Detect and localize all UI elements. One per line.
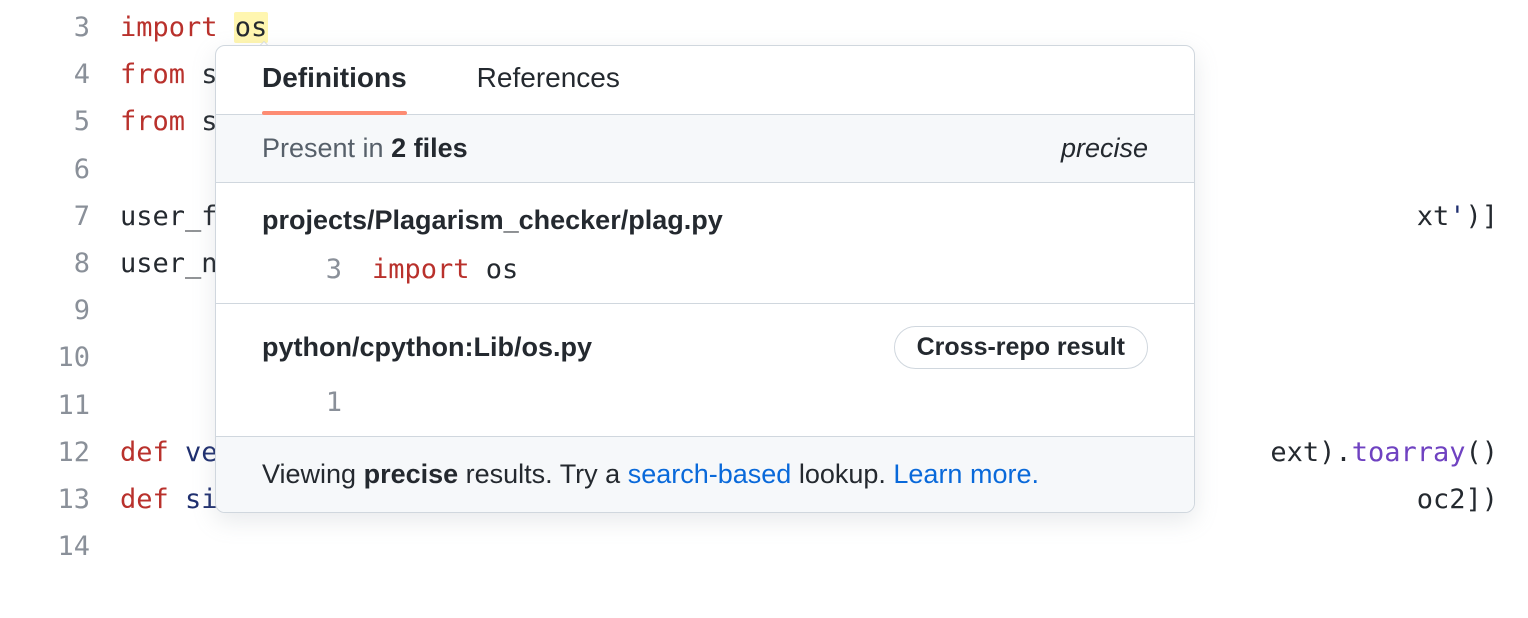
footer-text: lookup. (791, 459, 893, 489)
hovercard-tabs: Definitions References (216, 46, 1194, 115)
tab-definitions[interactable]: Definitions (262, 62, 407, 114)
code-content: import os (120, 12, 268, 43)
cross-repo-badge: Cross-repo result (894, 326, 1148, 369)
code-content-tail: xt')] (1417, 201, 1528, 232)
hovercard-footer: Viewing precise results. Try a search-ba… (216, 437, 1194, 512)
results-summary: Present in 2 files precise (216, 115, 1194, 183)
results-count-prefix: Present in (262, 133, 391, 163)
code-line[interactable]: 14 (0, 523, 1528, 570)
result-item[interactable]: projects/Plagarism_checker/plag.py 3impor… (216, 183, 1194, 304)
line-number: 6 (0, 154, 120, 185)
snippet-line-number: 1 (262, 387, 372, 418)
code-intel-hovercard: Definitions References Present in 2 file… (215, 45, 1195, 513)
line-number: 5 (0, 106, 120, 137)
learn-more-link[interactable]: Learn more. (893, 459, 1039, 489)
snippet-code: import os (372, 254, 518, 285)
search-based-link[interactable]: search-based (628, 459, 792, 489)
code-content: def si (120, 484, 218, 515)
line-number: 10 (0, 342, 120, 373)
result-item[interactable]: python/cpython:Lib/os.py Cross-repo resul… (216, 304, 1194, 437)
footer-text: Viewing (262, 459, 364, 489)
result-path: python/cpython:Lib/os.py (262, 332, 592, 363)
results-count: Present in 2 files (262, 133, 468, 164)
line-number: 9 (0, 295, 120, 326)
precision-mode-label: precise (1061, 133, 1148, 164)
line-number: 11 (0, 390, 120, 421)
footer-precise: precise (364, 459, 459, 489)
snippet-line-number: 3 (262, 254, 372, 285)
footer-text: results. Try a (458, 459, 628, 489)
results-count-number: 2 files (391, 133, 468, 163)
code-content-tail: oc2]) (1417, 484, 1528, 515)
code-content: def ve (120, 437, 218, 468)
line-number: 4 (0, 59, 120, 90)
tab-references[interactable]: References (477, 62, 620, 114)
code-content: user_f (120, 201, 218, 232)
code-content-tail: ext).toarray() (1270, 437, 1528, 468)
line-number: 12 (0, 437, 120, 468)
result-snippet: 3import os (262, 254, 1148, 285)
line-number: 13 (0, 484, 120, 515)
result-snippet: 1 (262, 387, 1148, 418)
line-number: 14 (0, 531, 120, 562)
line-number: 7 (0, 201, 120, 232)
code-content: user_n (120, 248, 218, 279)
result-path: projects/Plagarism_checker/plag.py (262, 205, 723, 236)
code-content: from s (120, 59, 218, 90)
line-number: 8 (0, 248, 120, 279)
line-number: 3 (0, 12, 120, 43)
code-content: from s (120, 106, 218, 137)
